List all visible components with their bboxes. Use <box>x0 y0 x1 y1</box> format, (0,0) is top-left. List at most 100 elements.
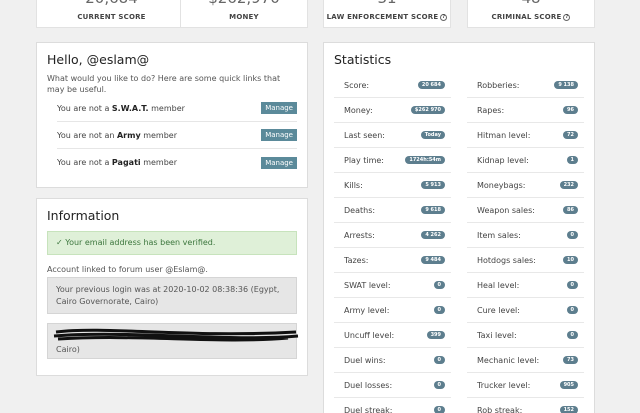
stat-value-badge: Today <box>420 131 445 139</box>
stat-value-badge: 1724h:54m <box>405 156 445 164</box>
stat-label: Uncuff level: <box>344 330 395 340</box>
manage-pagati-button[interactable]: Manage <box>261 156 297 169</box>
stat-row: Robberies: 9 138 <box>467 73 584 98</box>
stat-row: Arrests: 4 262 <box>334 223 451 248</box>
stat-row: Hitman level: 72 <box>467 123 584 148</box>
help-icon[interactable]: ? <box>563 14 571 21</box>
stat-value-badge: 9 484 <box>421 256 445 264</box>
stat-label: Taxi level: <box>477 330 517 340</box>
stat-label: Play time: <box>344 155 384 165</box>
stat-label: Score: <box>344 80 370 90</box>
stat-label: SWAT level: <box>344 280 391 290</box>
stat-row: Taxi level: 0 <box>467 323 584 348</box>
stat-value-badge: 10 <box>563 256 578 264</box>
stat-value-badge: 399 <box>426 331 445 339</box>
stat-value-badge: 5 913 <box>421 181 445 189</box>
stat-row: Trucker level: 905 <box>467 373 584 398</box>
stat-label: Hotdogs sales: <box>477 255 536 265</box>
stat-row: Weapon sales: 86 <box>467 198 584 223</box>
stat-label: Deaths: <box>344 205 376 215</box>
stats-right-column: Robberies: 9 138 Rapes: 96 Hitman level: 72 Ki… <box>467 73 584 413</box>
stat-label: Kidnap level: <box>477 155 529 165</box>
stat-value-badge: 232 <box>559 181 578 189</box>
stat-value-badge: 72 <box>563 131 578 139</box>
stat-label: Duel wins: <box>344 355 386 365</box>
manage-swat-button[interactable]: Manage <box>261 102 297 114</box>
check-circle-icon: ✓ <box>56 238 63 247</box>
stat-row: Score: 20 684 <box>334 73 451 98</box>
money-label: MONEY <box>229 13 259 21</box>
stat-label: Mechanic level: <box>477 355 540 365</box>
stat-value-badge: 0 <box>566 231 578 239</box>
stat-label: Rob streak: <box>477 405 523 413</box>
criminal-score-value: 48 <box>468 0 594 11</box>
statistics-title: Statistics <box>334 52 392 67</box>
stat-row: Kidnap level: 1 <box>467 148 584 173</box>
redaction-scribble <box>53 328 299 342</box>
stat-value-badge: 9 138 <box>554 81 578 89</box>
stat-row: Kills: 5 913 <box>334 173 451 198</box>
membership-row-pagati: You are not a Pagati member Manage <box>57 149 297 176</box>
stat-row: Moneybags: 232 <box>467 173 584 198</box>
stat-label: Moneybags: <box>477 180 526 190</box>
criminal-score-card: 48 CRIMINAL SCORE? <box>467 0 595 28</box>
stat-row: Mechanic level: 73 <box>467 348 584 373</box>
stat-row: Last seen: Today <box>334 123 451 148</box>
money-value: $262,970 <box>181 0 307 11</box>
stat-label: Tazes: <box>344 255 369 265</box>
group-name: Army <box>116 130 141 140</box>
stat-label: Cure level: <box>477 305 520 315</box>
manage-army-button[interactable]: Manage <box>261 129 297 141</box>
stat-label: Item sales: <box>477 230 521 240</box>
stat-label: Weapon sales: <box>477 205 535 215</box>
stat-value-badge: 1 <box>566 156 578 164</box>
law-score-label: LAW ENFORCEMENT SCORE <box>326 13 439 21</box>
help-icon[interactable]: ? <box>440 14 448 21</box>
information-title: Information <box>47 208 120 223</box>
stat-value-badge: 0 <box>566 306 578 314</box>
stat-value-badge: $262 970 <box>410 106 445 114</box>
stat-value-badge: 0 <box>433 381 445 389</box>
stat-value-badge: 0 <box>566 331 578 339</box>
stat-row: Duel losses: 0 <box>334 373 451 398</box>
stat-row: Duel wins: 0 <box>334 348 451 373</box>
stat-label: Heal level: <box>477 280 520 290</box>
statistics-panel: Statistics Score: 20 684 Money: $262 970 Las… <box>323 42 595 413</box>
law-score-value: 31 <box>324 0 450 11</box>
stat-row: Rob streak: 152 <box>467 398 584 413</box>
group-name: S.W.A.T. <box>111 103 149 113</box>
stat-label: Duel losses: <box>344 380 393 390</box>
stat-row: Hotdogs sales: 10 <box>467 248 584 273</box>
forum-link-text: Account linked to forum user @Eslam@. <box>47 265 208 274</box>
email-verified-alert: ✓ Your email address has been verified. <box>47 231 297 255</box>
stat-label: Trucker level: <box>477 380 531 390</box>
current-score-label: CURRENT SCORE <box>77 13 146 21</box>
hello-panel: Hello, @eslam@ What would you like to do… <box>36 42 308 188</box>
stat-value-badge: 20 684 <box>417 81 445 89</box>
stat-row: Item sales: 0 <box>467 223 584 248</box>
stat-label: Last seen: <box>344 130 385 140</box>
stat-label: Army level: <box>344 305 390 315</box>
stat-label: Rapes: <box>477 105 505 115</box>
stat-value-badge: 0 <box>433 281 445 289</box>
group-name: Pagati <box>111 158 141 167</box>
current-score-card: 20,684 CURRENT SCORE <box>36 0 187 28</box>
stat-label: Money: <box>344 105 373 115</box>
stat-value-badge: 0 <box>433 306 445 314</box>
stat-row: Tazes: 9 484 <box>334 248 451 273</box>
stat-label: Duel streak: <box>344 405 393 413</box>
stat-row: Deaths: 9 618 <box>334 198 451 223</box>
stat-row: Duel streak: 0 <box>334 398 451 413</box>
stat-row: Rapes: 96 <box>467 98 584 123</box>
stats-left-column: Score: 20 684 Money: $262 970 Last seen: Toda… <box>334 73 451 413</box>
stat-value-badge: 905 <box>559 381 578 389</box>
money-card: $262,970 MONEY <box>180 0 308 28</box>
stat-label: Kills: <box>344 180 363 190</box>
current-score-value: 20,684 <box>37 0 186 11</box>
hello-title: Hello, @eslam@ <box>47 52 150 67</box>
stat-label: Hitman level: <box>477 130 531 140</box>
membership-list: You are not a S.W.A.T. member Manage You… <box>47 95 297 176</box>
stat-row: Army level: 0 <box>334 298 451 323</box>
stat-row: SWAT level: 0 <box>334 273 451 298</box>
stat-label: Arrests: <box>344 230 375 240</box>
